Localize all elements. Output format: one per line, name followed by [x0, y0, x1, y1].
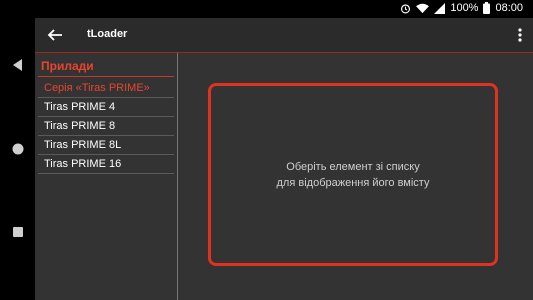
overflow-menu-icon[interactable] [517, 27, 523, 43]
list-item-tiras-prime-16[interactable]: Tiras PRIME 16 [38, 155, 174, 174]
nav-home-icon[interactable] [11, 142, 25, 156]
status-bar: 100% 08:00 [0, 0, 533, 18]
sidebar-header: Прилади [41, 59, 94, 73]
empty-state-line-1: Оберіть елемент зі списку [286, 160, 420, 173]
app-window: tLoader Прилади Серія «Tiras PRIME» Tira… [35, 18, 533, 300]
list-group-tiras-prime[interactable]: Серія «Tiras PRIME» [38, 79, 174, 98]
list-item-tiras-prime-4[interactable]: Tiras PRIME 4 [38, 98, 174, 117]
sidebar-divider [38, 76, 174, 77]
empty-state-line-2: для відображення його вмісту [276, 176, 430, 189]
toolbar: tLoader [35, 18, 533, 53]
detail-panel: Оберіть елемент зі списку для відображен… [178, 53, 533, 300]
wifi-icon [416, 3, 430, 14]
list-item-tiras-prime-8[interactable]: Tiras PRIME 8 [38, 117, 174, 136]
alarm-icon [400, 3, 411, 14]
navigation-bar [0, 18, 35, 300]
nav-recents-icon[interactable] [11, 225, 25, 239]
app-title: tLoader [87, 28, 128, 40]
status-time: 08:00 [495, 2, 523, 14]
back-arrow-icon[interactable] [47, 27, 63, 43]
device-list-panel: Прилади Серія «Tiras PRIME» Tiras PRIME … [35, 53, 178, 300]
battery-percent: 100% [450, 2, 479, 14]
device-list: Серія «Tiras PRIME» Tiras PRIME 4 Tiras … [38, 79, 174, 174]
status-icons: 100% 08:00 [400, 2, 523, 14]
signal-icon [434, 2, 446, 14]
empty-state-box: Оберіть елемент зі списку для відображен… [208, 83, 498, 266]
battery-icon [483, 2, 491, 14]
nav-back-icon[interactable] [11, 58, 25, 72]
list-item-tiras-prime-8l[interactable]: Tiras PRIME 8L [38, 136, 174, 155]
